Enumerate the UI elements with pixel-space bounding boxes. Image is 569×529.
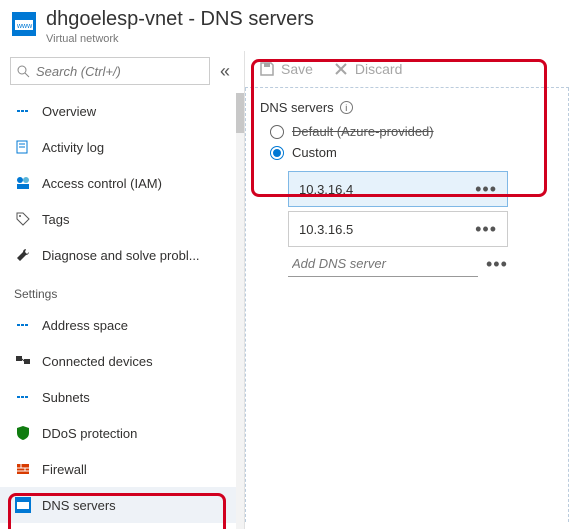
page-subtitle: Virtual network <box>46 33 314 45</box>
scrollbar-thumb[interactable] <box>236 93 244 133</box>
subnets-icon <box>14 389 32 405</box>
nav-label: Diagnose and solve probl... <box>42 248 200 263</box>
more-icon[interactable]: ••• <box>475 179 497 200</box>
discard-label: Discard <box>355 61 402 77</box>
save-button[interactable]: Save <box>259 61 313 77</box>
nav-firewall[interactable]: Firewall <box>0 451 244 487</box>
dns-ip: 10.3.16.4 <box>299 182 353 197</box>
nav-connected-devices[interactable]: Connected devices <box>0 343 244 379</box>
nav-activity-log[interactable]: Activity log <box>0 129 244 165</box>
search-icon <box>17 65 30 78</box>
nav-dns-servers[interactable]: DNS servers <box>0 487 244 523</box>
scrollbar-track[interactable] <box>236 93 244 529</box>
radio-custom[interactable]: Custom <box>260 142 554 163</box>
dns-entry[interactable]: 10.3.16.4 ••• <box>288 171 508 207</box>
radio-default[interactable]: Default (Azure-provided) <box>260 121 554 142</box>
nav-access-control[interactable]: Access control (IAM) <box>0 165 244 201</box>
devices-icon <box>14 353 32 369</box>
nav-overview[interactable]: Overview <box>0 93 244 129</box>
nav-menu: Overview Activity log Access control (IA… <box>0 93 244 529</box>
page-title: dhgoelesp-vnet - DNS servers <box>46 8 314 31</box>
vnet-icon: www <box>12 12 36 36</box>
nav-label: Firewall <box>42 462 87 477</box>
more-icon[interactable]: ••• <box>475 219 497 240</box>
nav-label: Subnets <box>42 390 90 405</box>
command-bar: Save Discard <box>245 51 569 88</box>
nav-label: Connected devices <box>42 354 153 369</box>
radio-default-label: Default (Azure-provided) <box>292 124 434 139</box>
discard-icon <box>333 61 349 77</box>
nav-peerings[interactable]: Peerings <box>0 523 244 529</box>
svg-text:www: www <box>16 23 33 30</box>
nav-label: Activity log <box>42 140 104 155</box>
nav-label: Access control (IAM) <box>42 176 162 191</box>
nav-label: Tags <box>42 212 69 227</box>
nav-subnets[interactable]: Subnets <box>0 379 244 415</box>
dns-entry[interactable]: 10.3.16.5 ••• <box>288 211 508 247</box>
radio-icon <box>270 125 284 139</box>
nav-label: Overview <box>42 104 96 119</box>
tag-icon <box>14 211 32 227</box>
collapse-icon[interactable]: « <box>216 61 234 82</box>
settings-section-label: Settings <box>0 273 244 307</box>
iam-icon <box>14 175 32 191</box>
shield-icon <box>14 425 32 441</box>
add-dns-input[interactable] <box>288 251 478 277</box>
save-label: Save <box>281 61 313 77</box>
more-icon[interactable]: ••• <box>486 254 508 275</box>
dns-ip: 10.3.16.5 <box>299 222 353 237</box>
nav-label: DDoS protection <box>42 426 137 441</box>
overview-icon <box>14 103 32 119</box>
info-icon[interactable]: i <box>340 101 353 114</box>
activity-log-icon <box>14 139 32 155</box>
nav-tags[interactable]: Tags <box>0 201 244 237</box>
search-placeholder: Search (Ctrl+/) <box>36 64 121 79</box>
discard-button[interactable]: Discard <box>333 61 402 77</box>
nav-address-space[interactable]: Address space <box>0 307 244 343</box>
search-input[interactable]: Search (Ctrl+/) <box>10 57 210 85</box>
nav-label: Address space <box>42 318 128 333</box>
nav-ddos[interactable]: DDoS protection <box>0 415 244 451</box>
nav-diagnose[interactable]: Diagnose and solve probl... <box>0 237 244 273</box>
radio-custom-label: Custom <box>292 145 337 160</box>
save-icon <box>259 61 275 77</box>
nav-label: DNS servers <box>42 498 116 513</box>
firewall-icon <box>14 461 32 477</box>
wrench-icon <box>14 247 32 263</box>
address-space-icon <box>14 317 32 333</box>
dns-panel-title: DNS servers <box>260 100 334 115</box>
radio-icon <box>270 146 284 160</box>
dns-icon <box>14 497 32 513</box>
